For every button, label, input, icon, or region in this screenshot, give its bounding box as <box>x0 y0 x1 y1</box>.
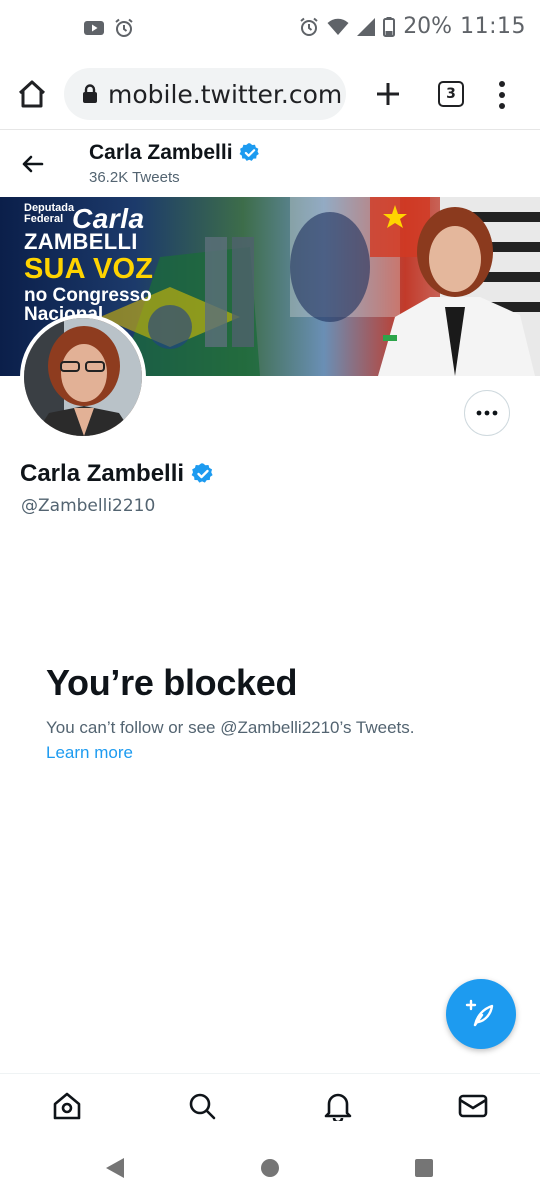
home-icon[interactable] <box>52 1091 82 1121</box>
avatar-image <box>24 318 142 436</box>
compose-tweet-button[interactable] <box>446 979 516 1049</box>
bottom-navigation <box>0 1073 540 1137</box>
banner-line-zambelli: ZAMBELLI <box>24 229 138 254</box>
banner-line-small: Deputada Federal <box>24 202 75 225</box>
android-navigation-bar <box>0 1138 540 1200</box>
verified-badge-icon <box>239 143 259 161</box>
blocked-title: You’re blocked <box>46 662 298 703</box>
status-left-icons <box>84 18 134 38</box>
search-icon[interactable] <box>187 1091 217 1121</box>
messages-icon[interactable] <box>458 1091 488 1121</box>
home-icon[interactable] <box>16 78 48 110</box>
youtube-icon <box>84 21 104 35</box>
new-tab-icon[interactable] <box>372 78 404 110</box>
signal-icon <box>357 17 376 36</box>
profile-handle: @Zambelli2210 <box>21 496 156 516</box>
header-name-row: Carla Zambelli <box>89 141 261 165</box>
banner-text: Deputada Federal Carla ZAMBELLI SUA VOZ … <box>24 202 154 325</box>
clock: 11:15 <box>460 14 526 39</box>
browser-toolbar: mobile.twitter.com 3 <box>0 58 540 130</box>
more-options-button[interactable] <box>464 390 510 436</box>
header-name: Carla Zambelli <box>89 141 233 164</box>
profile-name-row: Carla Zambelli <box>20 460 215 488</box>
overflow-menu-icon[interactable] <box>494 80 510 110</box>
blocked-description: You can’t follow or see @Zambelli2210’s … <box>46 718 415 737</box>
compose-feather-icon <box>465 999 494 1027</box>
banner-line-no-congresso: no Congresso <box>24 285 152 306</box>
battery-icon <box>383 16 396 37</box>
alarm-icon <box>300 17 318 36</box>
address-bar[interactable]: mobile.twitter.com <box>64 68 346 120</box>
tweet-count: 36.2K Tweets <box>89 169 180 186</box>
banner-line-carla: Carla <box>72 203 145 234</box>
lock-icon <box>83 84 97 103</box>
profile-name: Carla Zambelli <box>20 460 185 487</box>
more-icon <box>476 410 498 416</box>
wifi-icon <box>327 18 349 35</box>
tab-switcher-button[interactable]: 3 <box>438 81 464 107</box>
url-text: mobile.twitter.com <box>108 79 343 109</box>
battery-percent: 20% <box>403 14 453 39</box>
android-home-icon[interactable] <box>259 1157 281 1179</box>
profile-top-bar: Carla Zambelli 36.2K Tweets <box>0 131 540 197</box>
learn-more-link[interactable]: Learn more <box>46 743 133 763</box>
android-back-icon[interactable] <box>104 1157 126 1179</box>
verified-badge-icon <box>191 463 213 483</box>
avatar[interactable] <box>20 314 146 440</box>
back-arrow-icon[interactable] <box>18 149 48 179</box>
status-bar: 20% 11:15 <box>0 0 540 58</box>
banner-line-sua-voz: SUA VOZ <box>24 253 154 285</box>
status-right: 20% 11:15 <box>299 14 526 39</box>
notifications-icon[interactable] <box>323 1091 353 1121</box>
android-recents-icon[interactable] <box>413 1157 435 1179</box>
alarm-icon <box>115 18 133 37</box>
